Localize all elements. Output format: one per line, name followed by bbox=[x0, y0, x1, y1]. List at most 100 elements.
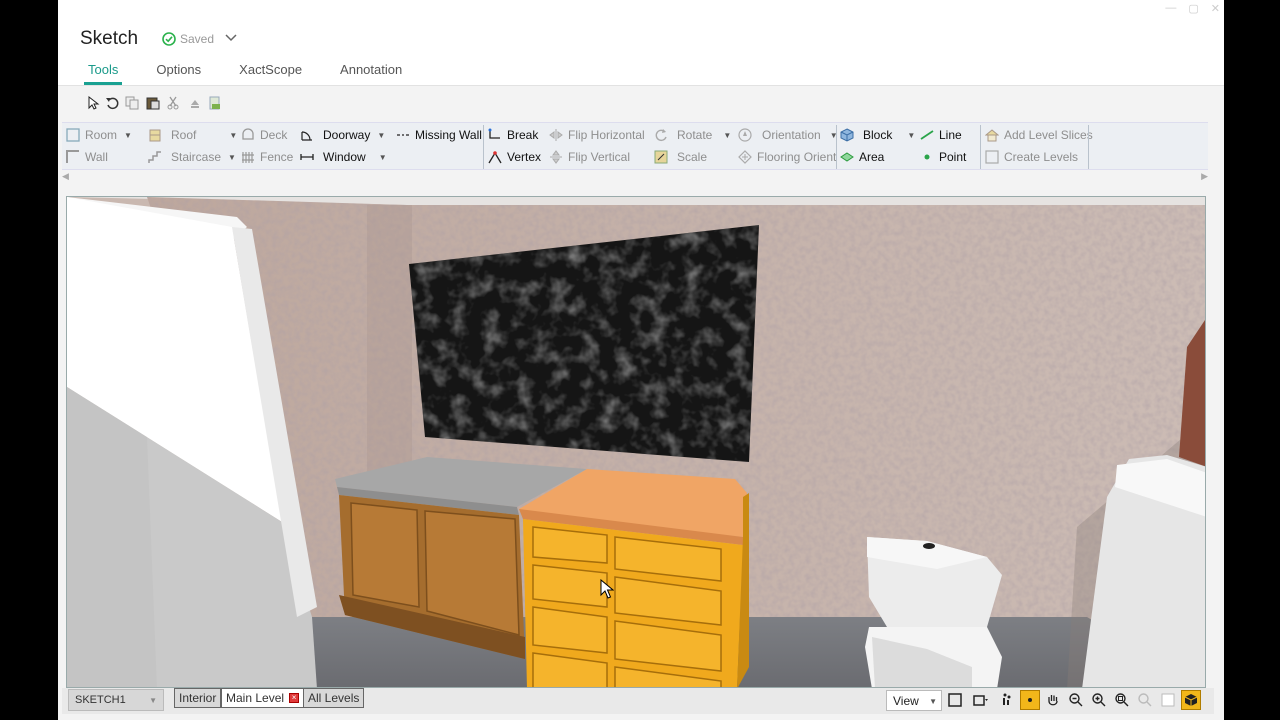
view-select-value: View bbox=[893, 693, 919, 708]
flooring-orient-button[interactable]: Flooring Orient bbox=[738, 148, 836, 166]
copy-icon[interactable] bbox=[125, 96, 139, 110]
wall-button[interactable]: Wall bbox=[66, 148, 108, 166]
missing-wall-button[interactable]: Missing Wall bbox=[396, 126, 482, 144]
flip-horizontal-label: Flip Horizontal bbox=[568, 128, 645, 142]
elevation-view-icon[interactable] bbox=[968, 690, 994, 710]
deck-button[interactable]: Deck bbox=[241, 126, 287, 144]
tab-annotation[interactable]: Annotation bbox=[340, 62, 402, 83]
zoom-window-icon[interactable] bbox=[1112, 690, 1132, 710]
chevron-down-icon[interactable] bbox=[224, 32, 238, 44]
view-select[interactable]: View ▼ bbox=[886, 689, 942, 711]
scroll-left-icon[interactable]: ◀ bbox=[62, 171, 69, 182]
blank-view-icon[interactable] bbox=[1158, 690, 1178, 710]
room-button[interactable]: Room ▼ bbox=[66, 126, 132, 144]
flooring-orient-icon bbox=[738, 150, 752, 164]
point-label: Point bbox=[939, 150, 967, 164]
block-icon bbox=[840, 128, 854, 142]
zoom-extents-icon[interactable] bbox=[1135, 690, 1155, 710]
roof-button[interactable]: Roof ▼ bbox=[148, 126, 237, 144]
delete-icon[interactable] bbox=[188, 96, 202, 110]
add-level-slices-button[interactable]: Add Level Slices bbox=[985, 126, 1093, 144]
export-icon[interactable] bbox=[208, 96, 222, 110]
flip-vertical-button[interactable]: Flip Vertical bbox=[549, 148, 630, 166]
tab-main-level[interactable]: Main Level × bbox=[221, 688, 305, 708]
app-title: Sketch bbox=[80, 28, 139, 49]
tab-tools[interactable]: Tools bbox=[83, 62, 123, 85]
break-icon bbox=[488, 128, 500, 139]
area-icon bbox=[840, 152, 854, 162]
chevron-down-icon: ▼ bbox=[723, 130, 732, 140]
fence-icon bbox=[242, 152, 254, 163]
window-controls: — ▢ ✕ bbox=[1165, 2, 1220, 15]
zoom-in-icon[interactable] bbox=[1089, 690, 1109, 710]
maximize-icon[interactable]: ▢ bbox=[1188, 2, 1198, 15]
line-icon bbox=[920, 130, 934, 140]
save-status: Saved bbox=[162, 32, 214, 46]
orientation-button[interactable]: Orientation ▼ bbox=[738, 126, 838, 144]
staircase-button[interactable]: Staircase ▼ bbox=[148, 148, 236, 166]
mouse-cursor-icon bbox=[600, 579, 614, 599]
orientation-label: Orientation bbox=[762, 128, 821, 142]
plan-view-icon[interactable] bbox=[945, 690, 965, 710]
vertex-label: Vertex bbox=[507, 150, 542, 164]
point-icon bbox=[924, 154, 930, 160]
area-label: Area bbox=[859, 150, 885, 164]
scroll-right-icon[interactable]: ▶ bbox=[1201, 171, 1208, 182]
ribbon-scrollbar[interactable]: ◀ ▶ bbox=[62, 171, 1208, 185]
break-button[interactable]: Break bbox=[488, 126, 538, 144]
title-bar: Sketch Saved — ▢ ✕ Tools Options XactSco… bbox=[58, 0, 1224, 86]
scale-button[interactable]: Scale bbox=[654, 148, 707, 166]
tab-main-level-label: Main Level bbox=[226, 691, 285, 705]
bottom-status-bar: SKETCH1 ▼ Interior Main Level × All Leve… bbox=[62, 688, 1214, 714]
orbit-icon[interactable] bbox=[1020, 690, 1040, 710]
block-button[interactable]: Block ▼ bbox=[840, 126, 915, 144]
minimize-icon[interactable]: — bbox=[1165, 2, 1176, 15]
doorway-button[interactable]: Doorway ▼ bbox=[300, 126, 385, 144]
close-icon[interactable]: ✕ bbox=[1211, 2, 1220, 15]
staircase-icon bbox=[148, 151, 161, 163]
ribbon-separator bbox=[1088, 125, 1089, 169]
flip-vertical-icon bbox=[550, 150, 562, 164]
save-status-label: Saved bbox=[180, 32, 215, 46]
check-circle-icon bbox=[162, 32, 176, 46]
undo-icon[interactable] bbox=[105, 96, 119, 110]
rotate-icon bbox=[655, 129, 667, 142]
flooring-orient-label: Flooring Orient bbox=[757, 150, 837, 164]
cut-icon[interactable] bbox=[166, 96, 180, 110]
tab-options[interactable]: Options bbox=[156, 62, 201, 83]
chevron-down-icon: ▼ bbox=[228, 152, 236, 162]
tab-bar: Tools Options XactScope Annotation bbox=[83, 62, 440, 85]
flip-horizontal-button[interactable]: Flip Horizontal bbox=[549, 126, 645, 144]
paste-icon[interactable] bbox=[146, 96, 160, 110]
3d-viewport[interactable] bbox=[66, 196, 1206, 688]
close-icon[interactable]: × bbox=[289, 693, 300, 703]
tab-all-levels[interactable]: All Levels bbox=[303, 688, 365, 708]
create-levels-button[interactable]: Create Levels bbox=[985, 148, 1078, 166]
walk-icon[interactable] bbox=[997, 690, 1017, 710]
zoom-out-icon[interactable] bbox=[1066, 690, 1086, 710]
sketch-select[interactable]: SKETCH1 ▼ bbox=[68, 689, 164, 711]
tab-xactscope[interactable]: XactScope bbox=[239, 62, 302, 83]
create-levels-icon bbox=[985, 150, 999, 164]
window-button[interactable]: Window ▼ bbox=[300, 148, 387, 166]
rotate-button[interactable]: Rotate ▼ bbox=[654, 126, 731, 144]
pointer-icon[interactable] bbox=[86, 96, 100, 110]
fence-button[interactable]: Fence bbox=[241, 148, 293, 166]
quick-access-toolbar bbox=[58, 87, 1224, 121]
line-button[interactable]: Line bbox=[920, 126, 962, 144]
3d-view-icon[interactable] bbox=[1181, 690, 1201, 710]
room-label: Room bbox=[85, 128, 118, 142]
room-icon bbox=[66, 128, 80, 142]
roof-icon bbox=[149, 129, 161, 142]
vertex-button[interactable]: Vertex bbox=[488, 148, 541, 166]
doorway-label: Doorway bbox=[323, 128, 371, 142]
fence-label: Fence bbox=[260, 150, 294, 164]
point-button[interactable]: Point bbox=[920, 148, 966, 166]
pan-hand-icon[interactable] bbox=[1043, 690, 1063, 710]
vertex-icon bbox=[488, 151, 502, 164]
sketch-select-value: SKETCH1 bbox=[75, 694, 126, 706]
area-button[interactable]: Area bbox=[840, 148, 884, 166]
ribbon-separator bbox=[483, 125, 484, 169]
rotate-label: Rotate bbox=[677, 128, 713, 142]
tab-interior[interactable]: Interior bbox=[174, 688, 222, 708]
